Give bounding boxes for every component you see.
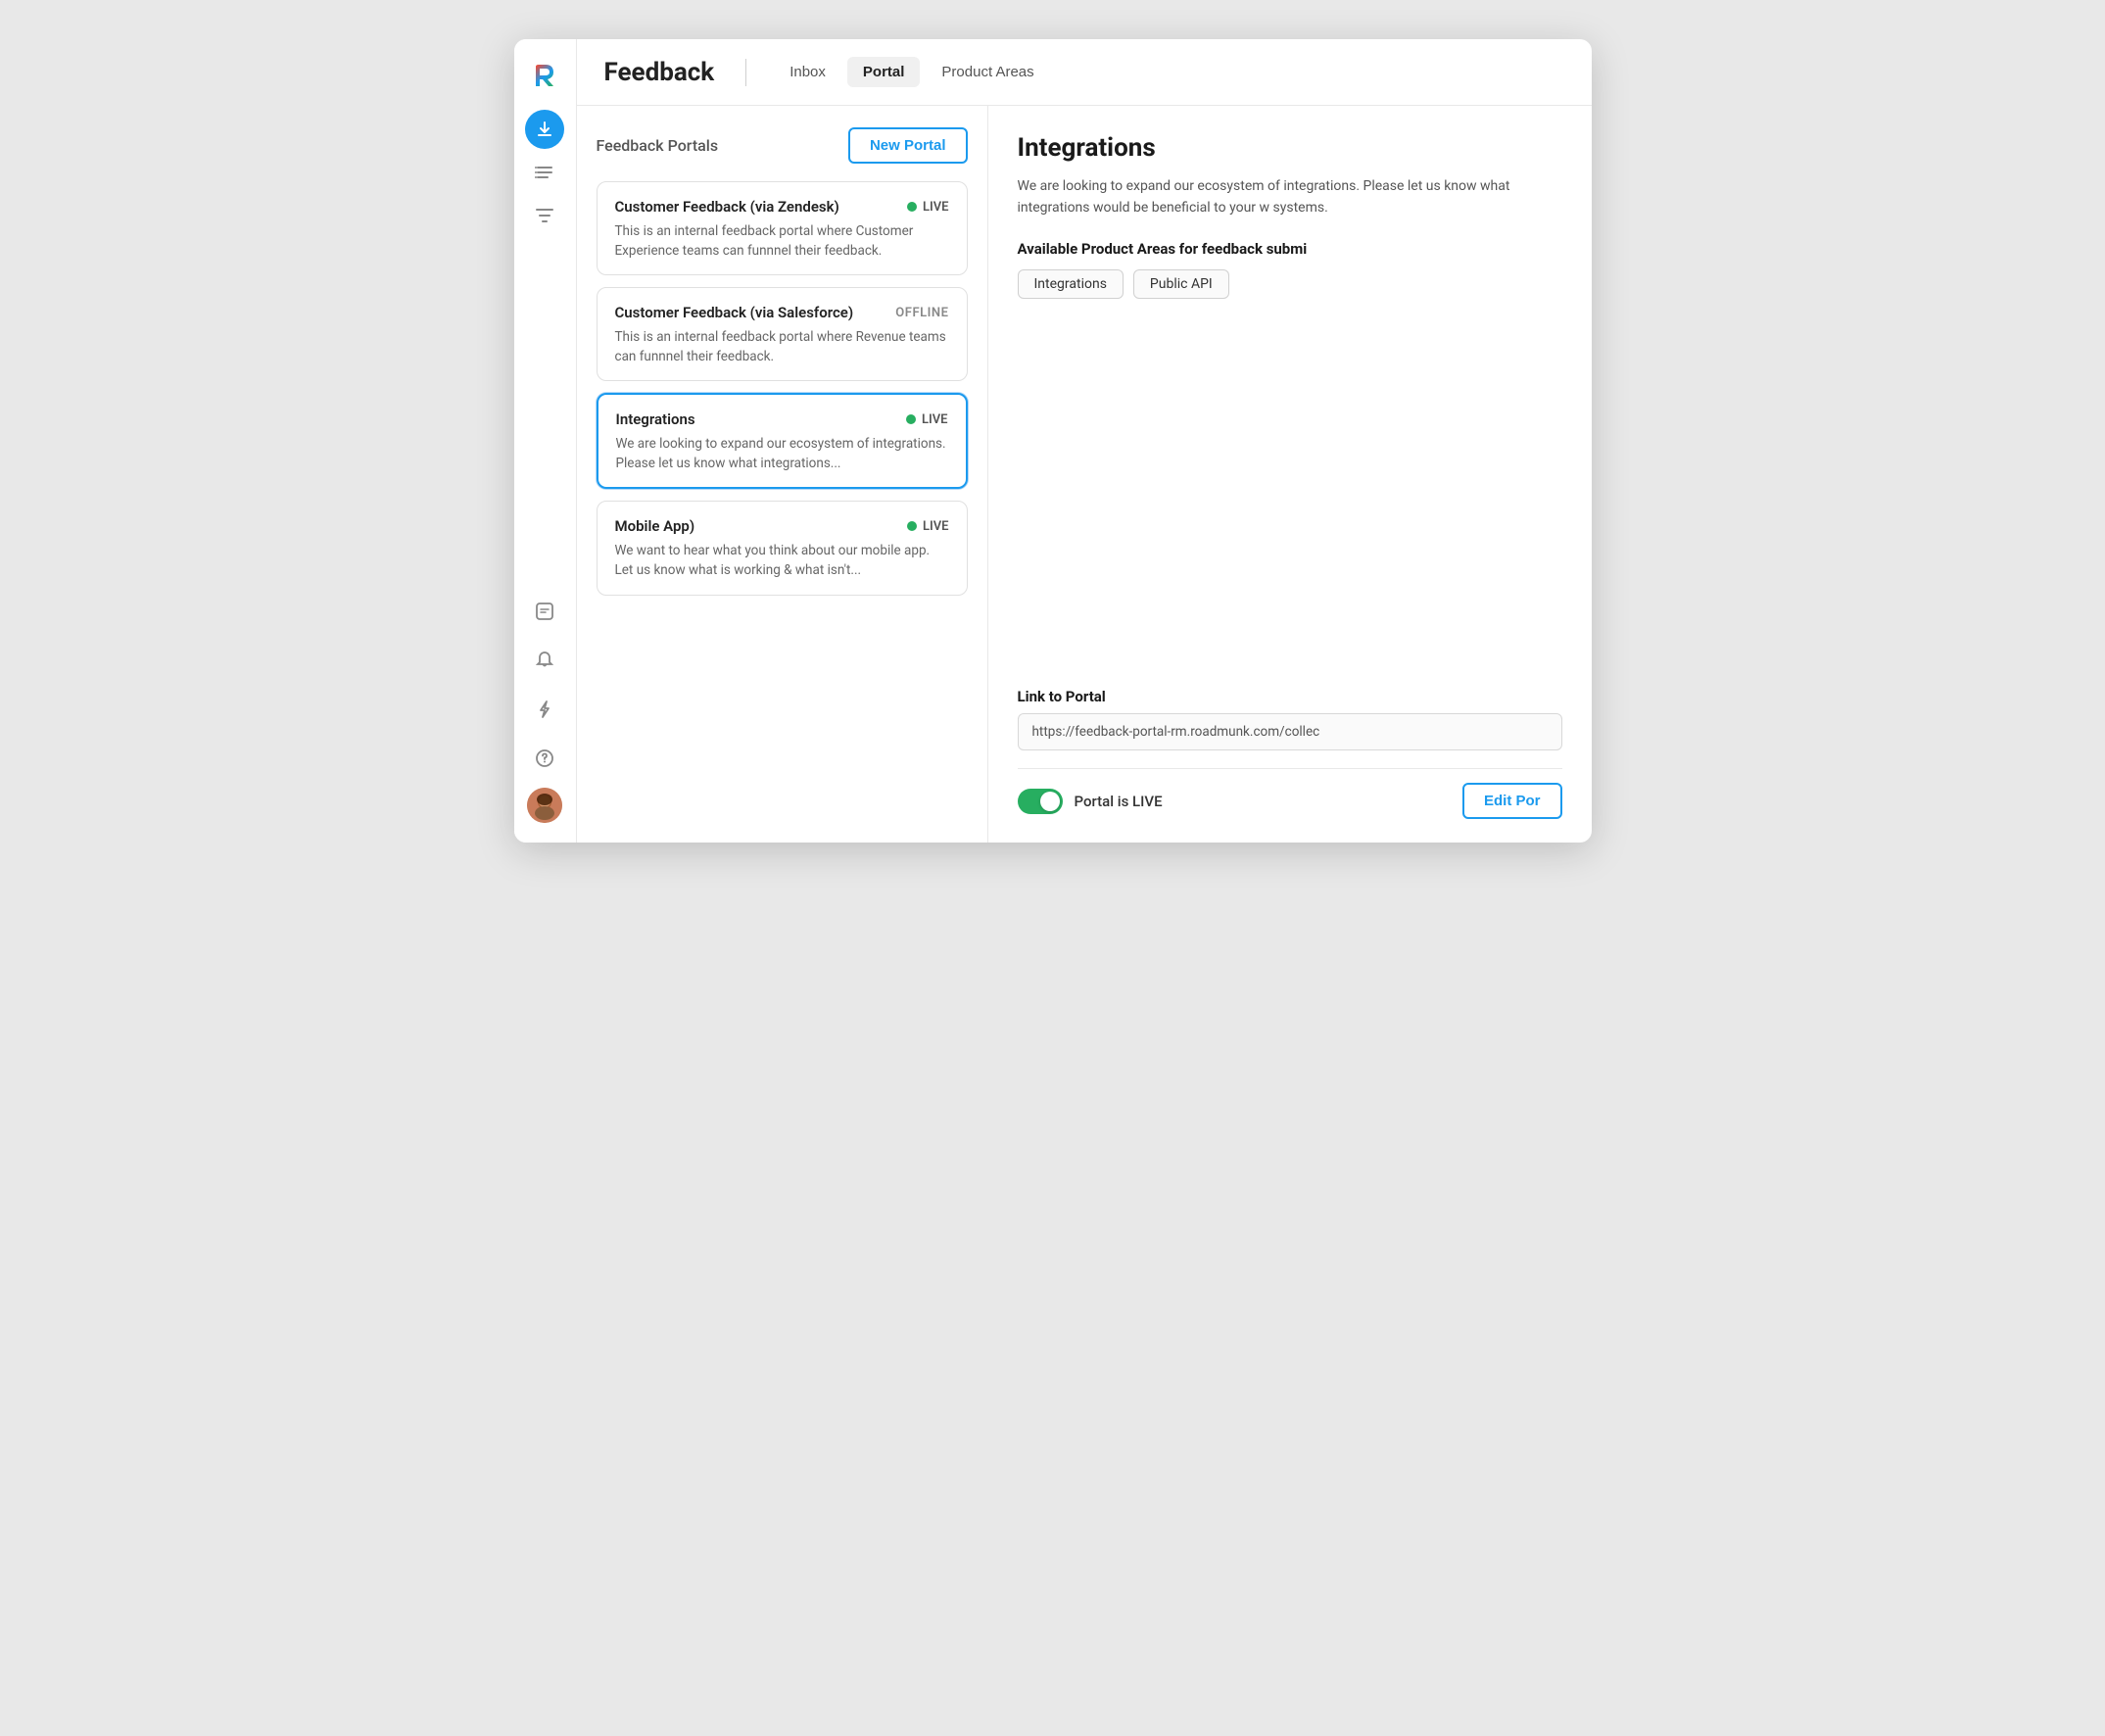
sidebar-help-icon[interactable]	[525, 739, 564, 778]
sidebar-bolt-icon[interactable]	[525, 690, 564, 729]
portal-name: Customer Feedback (via Zendesk)	[615, 198, 839, 216]
status-badge-live: LIVE	[906, 412, 948, 427]
app-logo[interactable]	[526, 57, 563, 94]
main-content: Feedback Inbox Portal Product Areas Feed…	[577, 39, 1592, 843]
topbar-divider	[745, 59, 746, 86]
sidebar-list-icon[interactable]	[525, 153, 564, 192]
status-badge-live: LIVE	[907, 519, 949, 534]
status-badge-live: LIVE	[907, 200, 949, 215]
left-panel-header: Feedback Portals New Portal	[597, 127, 968, 164]
portal-description: We are looking to expand our ecosystem o…	[616, 435, 948, 473]
user-avatar[interactable]	[527, 788, 562, 823]
sidebar-bell-icon[interactable]	[525, 641, 564, 680]
detail-description: We are looking to expand our ecosystem o…	[1018, 176, 1562, 218]
link-label: Link to Portal	[1018, 688, 1562, 705]
bottom-bar: Portal is LIVE Edit Por	[1018, 768, 1562, 819]
portal-card-zendesk[interactable]: Customer Feedback (via Zendesk) LIVE Thi…	[597, 181, 968, 275]
new-portal-button[interactable]: New Portal	[848, 127, 968, 164]
tab-product-areas[interactable]: Product Areas	[926, 57, 1049, 87]
tab-inbox[interactable]: Inbox	[774, 57, 841, 87]
tab-portal[interactable]: Portal	[847, 57, 921, 87]
portal-card-header: Integrations LIVE	[616, 410, 948, 428]
link-input[interactable]: https://feedback-portal-rm.roadmunk.com/…	[1018, 713, 1562, 750]
portal-description: This is an internal feedback portal wher…	[615, 222, 949, 261]
toggle-wrapper: Portal is LIVE	[1018, 789, 1163, 814]
tag-integrations: Integrations	[1018, 269, 1124, 299]
status-dot-live	[907, 521, 917, 531]
status-label: LIVE	[923, 200, 949, 215]
sidebar-bottom	[525, 592, 564, 829]
sidebar-contact-icon[interactable]	[525, 592, 564, 631]
portal-list: Customer Feedback (via Zendesk) LIVE Thi…	[597, 181, 968, 596]
portal-name: Customer Feedback (via Salesforce)	[615, 304, 854, 321]
portal-card-integrations[interactable]: Integrations LIVE We are looking to expa…	[597, 393, 968, 489]
portal-card-salesforce[interactable]: Customer Feedback (via Salesforce) OFFLI…	[597, 287, 968, 381]
page-title: Feedback	[604, 58, 715, 87]
toggle-knob	[1040, 792, 1060, 811]
status-dot-live	[907, 202, 917, 212]
content-area: Feedback Portals New Portal Customer Fee…	[577, 106, 1592, 843]
feedback-portals-label: Feedback Portals	[597, 136, 719, 155]
status-badge-offline: OFFLINE	[895, 306, 948, 320]
sidebar-filter-icon[interactable]	[525, 196, 564, 235]
portal-description: This is an internal feedback portal wher…	[615, 328, 949, 366]
portal-card-header: Customer Feedback (via Salesforce) OFFLI…	[615, 304, 949, 321]
status-label: LIVE	[923, 519, 949, 534]
sidebar	[514, 39, 577, 843]
status-dot-live	[906, 414, 916, 424]
detail-title: Integrations	[1018, 133, 1562, 163]
portal-card-mobile[interactable]: Mobile App) LIVE We want to hear what yo…	[597, 501, 968, 595]
edit-portal-button[interactable]: Edit Por	[1462, 783, 1562, 819]
portal-name: Mobile App)	[615, 517, 695, 535]
portal-live-toggle[interactable]	[1018, 789, 1063, 814]
status-label: LIVE	[922, 412, 948, 427]
portal-live-label: Portal is LIVE	[1075, 793, 1163, 810]
portal-card-header: Customer Feedback (via Zendesk) LIVE	[615, 198, 949, 216]
app-window: Feedback Inbox Portal Product Areas Feed…	[514, 39, 1592, 843]
status-label: OFFLINE	[895, 306, 948, 320]
portal-card-header: Mobile App) LIVE	[615, 517, 949, 535]
topbar-tabs: Inbox Portal Product Areas	[774, 57, 1049, 87]
product-areas-label: Available Product Areas for feedback sub…	[1018, 240, 1562, 258]
right-panel: Integrations We are looking to expand ou…	[988, 106, 1592, 843]
tags-row: Integrations Public API	[1018, 269, 1562, 299]
portal-description: We want to hear what you think about our…	[615, 542, 949, 580]
portal-name: Integrations	[616, 410, 695, 428]
left-panel: Feedback Portals New Portal Customer Fee…	[577, 106, 988, 843]
sidebar-download-icon[interactable]	[525, 110, 564, 149]
topbar: Feedback Inbox Portal Product Areas	[577, 39, 1592, 106]
link-section: Link to Portal https://feedback-portal-r…	[1018, 688, 1562, 750]
tag-public-api: Public API	[1133, 269, 1229, 299]
